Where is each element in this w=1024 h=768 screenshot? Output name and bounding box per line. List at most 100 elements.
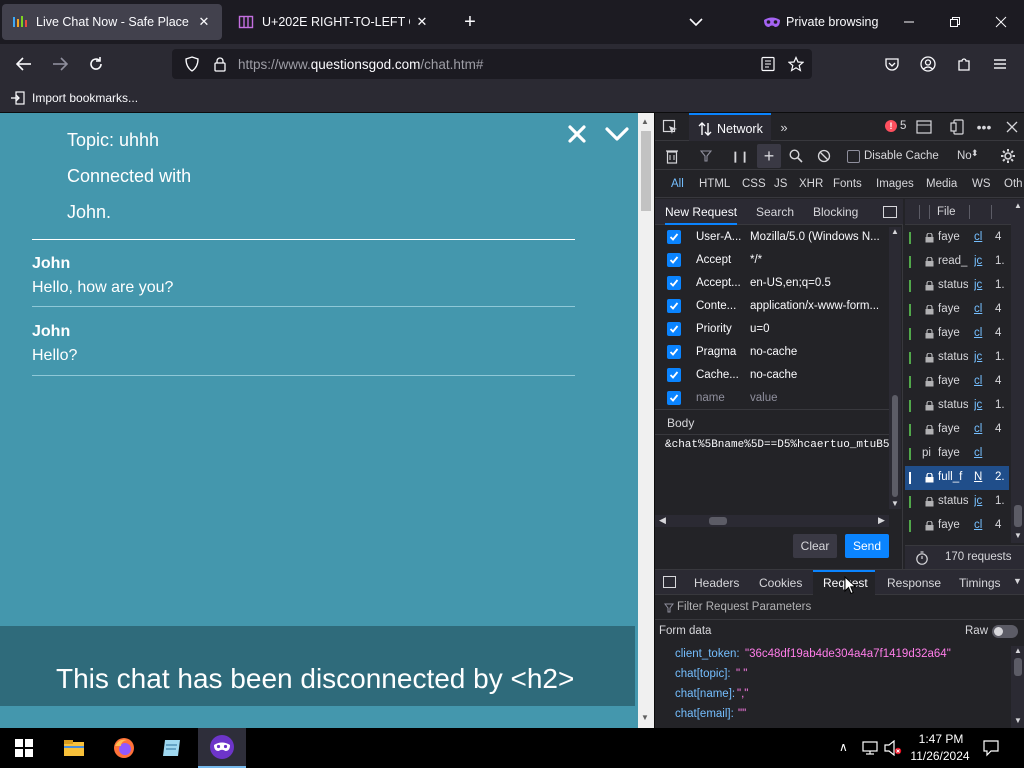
header-value[interactable]: application/x-www-form... (750, 300, 888, 312)
filter-other[interactable]: Oth (1004, 178, 1023, 190)
filter-params-input[interactable]: Filter Request Parameters (677, 601, 811, 613)
form-value[interactable]: "" (738, 708, 746, 720)
request-initiator[interactable]: jc (974, 399, 987, 411)
new-request-plus-icon[interactable]: + (757, 144, 781, 168)
header-name[interactable]: Accept (696, 254, 742, 266)
filter-ws[interactable]: WS (972, 178, 991, 190)
header-enabled-checkbox[interactable] (667, 368, 681, 382)
back-arrow-icon[interactable] (8, 48, 40, 80)
lock-icon[interactable] (212, 56, 228, 72)
detail-tab-timings[interactable]: Timings (959, 576, 1001, 590)
url-bar[interactable]: https://www.questionsgod.com/chat.htm# (172, 49, 812, 79)
network-settings-gear-icon[interactable] (999, 147, 1017, 165)
headers-scrollbar[interactable]: ▲ ▼ (889, 227, 901, 509)
close-chat-icon[interactable] (566, 123, 588, 145)
detail-tab-response[interactable]: Response (887, 576, 941, 590)
clear-button[interactable]: Clear (793, 534, 837, 558)
filter-js[interactable]: JS (774, 178, 787, 190)
split-console-icon[interactable] (915, 118, 933, 136)
trash-icon[interactable] (663, 147, 681, 165)
request-row[interactable]: pi faye cl (905, 442, 1009, 466)
scroll-up-icon[interactable]: ▲ (1014, 646, 1022, 655)
request-initiator[interactable]: jc (974, 351, 987, 363)
volume-muted-icon[interactable] (884, 740, 902, 756)
request-initiator[interactable]: cl (974, 519, 987, 531)
header-name[interactable]: Conte... (696, 300, 742, 312)
header-name[interactable]: Accept... (696, 277, 742, 289)
form-value[interactable]: " " (736, 668, 747, 680)
requests-scroll-thumb[interactable] (1014, 505, 1022, 527)
scroll-up-icon[interactable]: ▲ (1014, 201, 1022, 210)
detail-tab-headers[interactable]: Headers (694, 576, 739, 590)
scroll-up-icon[interactable]: ▲ (641, 117, 649, 126)
tracking-protection-shield-icon[interactable] (184, 56, 200, 72)
request-initiator[interactable]: cl (974, 447, 987, 459)
request-initiator[interactable]: cl (974, 231, 987, 243)
header-name[interactable]: Pragma (696, 346, 742, 358)
request-row[interactable]: status jc 1. (905, 274, 1009, 298)
file-explorer-icon[interactable] (50, 728, 98, 768)
request-initiator[interactable]: cl (974, 303, 987, 315)
request-row[interactable]: faye cl 4 (905, 418, 1009, 442)
request-row[interactable]: faye cl 4 (905, 298, 1009, 322)
throttling-select[interactable]: No (957, 150, 972, 162)
blocking-tab[interactable]: Blocking (813, 205, 858, 219)
request-initiator[interactable]: jc (974, 495, 987, 507)
filter-xhr[interactable]: XHR (799, 178, 823, 190)
header-value[interactable]: u=0 (750, 323, 888, 335)
extensions-puzzle-icon[interactable] (948, 48, 980, 80)
header-name[interactable]: Cache... (696, 369, 742, 381)
network-tab[interactable]: Network (689, 113, 771, 141)
request-initiator[interactable]: N (974, 471, 987, 483)
filter-all[interactable]: All (671, 178, 684, 190)
import-bookmarks-button[interactable]: Import bookmarks... (10, 90, 138, 106)
request-row[interactable]: read_ jc 1. (905, 250, 1009, 274)
new-header-value-input[interactable]: value (750, 392, 888, 404)
minimize-chat-chevron-icon[interactable] (604, 123, 630, 145)
page-scrollbar[interactable]: ▲ ▼ (638, 113, 654, 728)
request-row[interactable]: faye cl 4 (905, 322, 1009, 346)
request-row[interactable]: status jc 1. (905, 394, 1009, 418)
header-enabled-checkbox[interactable] (667, 345, 681, 359)
filter-urls-funnel-icon[interactable] (695, 147, 717, 165)
header-value[interactable]: en-US,en;q=0.5 (750, 277, 888, 289)
responsive-design-icon[interactable] (949, 118, 967, 136)
toggle-panel-icon[interactable] (663, 576, 676, 588)
new-request-tab[interactable]: New Request (665, 205, 738, 225)
scroll-down-icon[interactable]: ▼ (1014, 716, 1022, 725)
header-enabled-checkbox[interactable] (667, 230, 681, 244)
body-h-scrollbar[interactable]: ◀ ▶ (655, 515, 889, 527)
devtools-menu-icon[interactable]: ••• (975, 118, 993, 136)
filter-media[interactable]: Media (926, 178, 957, 190)
close-devtools-icon[interactable] (1003, 118, 1021, 136)
windows-start-icon[interactable] (0, 728, 48, 768)
header-value[interactable]: no-cache (750, 346, 888, 358)
filter-html[interactable]: HTML (699, 178, 730, 190)
pause-icon[interactable]: ❙❙ (731, 147, 749, 165)
scroll-up-icon[interactable]: ▲ (891, 227, 899, 236)
form-value[interactable]: "36c48df19ab4de304a4a7f1419d32a64" (745, 648, 951, 660)
filter-fonts[interactable]: Fonts (833, 178, 862, 190)
tab-close-icon[interactable]: ✕ (196, 14, 212, 30)
header-enabled-checkbox[interactable] (667, 322, 681, 336)
error-icon[interactable]: ! (885, 120, 897, 132)
requests-scrollbar[interactable]: ▲ ▼ (1011, 199, 1024, 543)
tray-overflow-chevron-icon[interactable]: ∧ (839, 740, 848, 754)
scroll-right-icon[interactable]: ▶ (878, 515, 885, 526)
list-all-tabs-chevron-icon[interactable] (684, 10, 708, 34)
request-initiator[interactable]: cl (974, 423, 987, 435)
request-initiator[interactable]: jc (974, 279, 987, 291)
new-header-name-input[interactable]: name (696, 392, 742, 404)
request-initiator[interactable]: cl (974, 327, 987, 339)
disable-cache-checkbox[interactable] (847, 150, 860, 163)
close-window-icon[interactable] (978, 0, 1024, 44)
raw-toggle[interactable] (992, 625, 1018, 638)
form-data-scrollbar[interactable]: ▲ ▼ (1011, 646, 1024, 728)
header-enabled-checkbox[interactable] (667, 276, 681, 290)
body-h-scroll-thumb[interactable] (709, 517, 727, 525)
request-row[interactable]: status jc 1. (905, 346, 1009, 370)
clock-time[interactable]: 1:47 PM (916, 732, 966, 746)
collapse-sidebar-icon[interactable] (883, 206, 897, 218)
request-row[interactable]: status jc 1. (905, 490, 1009, 514)
header-name[interactable]: Priority (696, 323, 742, 335)
